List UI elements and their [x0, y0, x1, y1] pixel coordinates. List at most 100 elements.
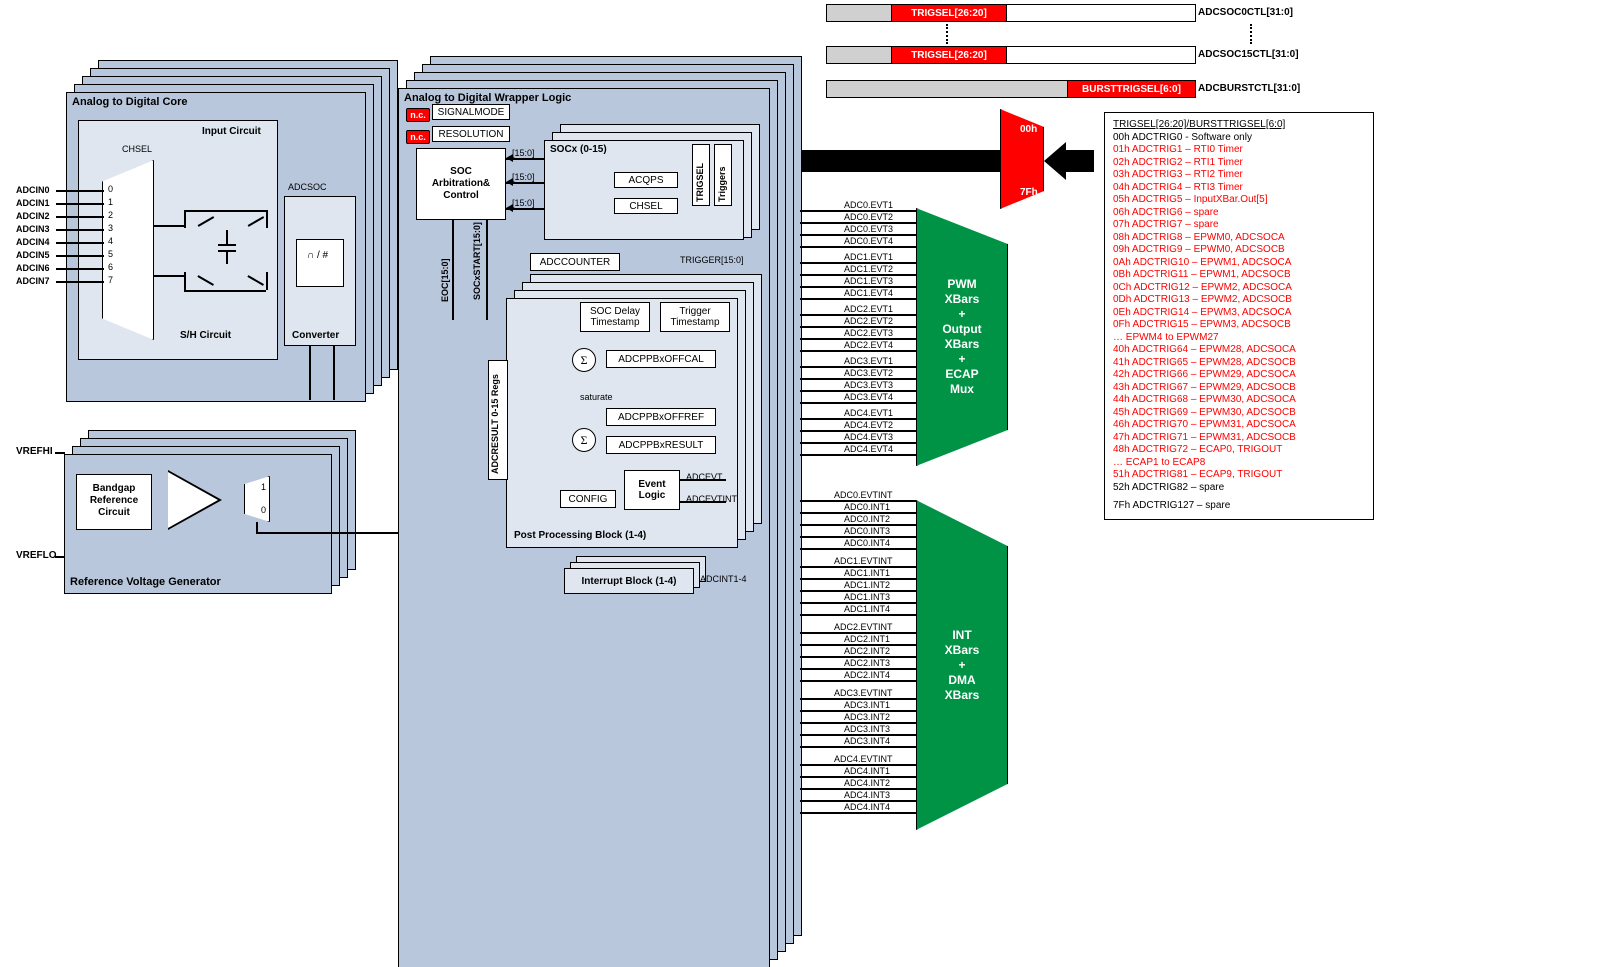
sh-circuit: S/H Circuit — [180, 330, 231, 341]
bus1: [15:0] — [512, 148, 535, 158]
converter-sym: ∩ / # — [307, 250, 328, 261]
bigarrow-body2 — [1064, 150, 1094, 172]
chsel-label: CHSEL — [122, 144, 152, 154]
adcevt: ADCEVT — [686, 472, 723, 482]
bus3: [15:0] — [512, 198, 535, 208]
trigsel-legend: TRIGSEL[26:20]/BURSTTRIGSEL[6:0] 00h ADC… — [1104, 112, 1374, 520]
evt1-1: ADC1.EVT2 — [844, 264, 893, 274]
evt0-0: ADC0.EVT1 — [844, 200, 893, 210]
int4-4: ADC4.INT4 — [844, 802, 890, 812]
int0-3: ADC0.INT3 — [844, 526, 890, 536]
evt3-3: ADC3.EVT4 — [844, 392, 893, 402]
adcresult-lab: ADCRESULT 0-15 Regs — [490, 374, 500, 474]
wrapper-title: Analog to Digital Wrapper Logic — [404, 92, 571, 104]
adccounter: ADCCOUNTER — [530, 253, 620, 271]
evt4-1: ADC4.EVT2 — [844, 420, 893, 430]
int3-2: ADC3.INT2 — [844, 712, 890, 722]
refgen-title: Reference Voltage Generator — [70, 576, 221, 588]
int1-0: ADC1.EVTINT — [834, 556, 893, 566]
int4-3: ADC4.INT3 — [844, 790, 890, 800]
evt2-3: ADC2.EVT4 — [844, 340, 893, 350]
int1-3: ADC1.INT3 — [844, 592, 890, 602]
muxn6: 6 — [108, 262, 113, 272]
evt3-1: ADC3.EVT2 — [844, 368, 893, 378]
int2-4: ADC2.INT4 — [844, 670, 890, 680]
bigarrow-head2 — [1044, 142, 1066, 180]
bus2: [15:0] — [512, 172, 535, 182]
adcin6: ADCIN6 — [16, 263, 50, 273]
evt0-1: ADC0.EVT2 — [844, 212, 893, 222]
regbar-burst: BURSTTRIGSEL[6:0] — [826, 80, 1196, 98]
sigma1: Σ — [572, 348, 596, 372]
red-mux-7f: 7Fh — [1020, 187, 1038, 198]
int0-1: ADC0.INT1 — [844, 502, 890, 512]
evt1-0: ADC1.EVT1 — [844, 252, 893, 262]
int0-2: ADC0.INT2 — [844, 514, 890, 524]
evt2-0: ADC2.EVT1 — [844, 304, 893, 314]
int3-4: ADC3.INT4 — [844, 736, 890, 746]
bandgap: Bandgap Reference Circuit — [76, 474, 152, 530]
adcin7: ADCIN7 — [16, 276, 50, 286]
eoc-label: EOC[15:0] — [440, 258, 450, 302]
adcevtint: ADCEVTINT — [686, 494, 737, 504]
nc2: n.c. — [406, 130, 430, 144]
adcin3: ADCIN3 — [16, 224, 50, 234]
int1-2: ADC1.INT2 — [844, 580, 890, 590]
acqps: ACQPS — [614, 172, 678, 188]
socxstart-label: SOCxSTART[15:0] — [472, 222, 482, 300]
chsel: CHSEL — [614, 198, 678, 214]
int0-0: ADC0.EVTINT — [834, 490, 893, 500]
muxn3: 3 — [108, 223, 113, 233]
evt0-2: ADC0.EVT3 — [844, 224, 893, 234]
adcint: ADCINT1-4 — [700, 574, 747, 584]
muxn5: 5 — [108, 249, 113, 259]
int2-1: ADC2.INT1 — [844, 634, 890, 644]
adcin1: ADCIN1 — [16, 198, 50, 208]
muxn2: 2 — [108, 210, 113, 220]
trigger-bus: TRIGGER[15:0] — [680, 255, 744, 265]
socdelay: SOC Delay Timestamp — [580, 302, 650, 332]
int2-3: ADC2.INT3 — [844, 658, 890, 668]
evt1-2: ADC1.EVT3 — [844, 276, 893, 286]
event-logic: Event Logic — [624, 470, 680, 510]
nc1: n.c. — [406, 108, 430, 122]
muxn7: 7 — [108, 275, 113, 285]
refmux0: 0 — [261, 505, 266, 515]
int0-4: ADC0.INT4 — [844, 538, 890, 548]
regbar-burst-label: ADCBURSTCTL[31:0] — [1198, 83, 1300, 94]
vrefhi: VREFHI — [16, 446, 53, 457]
vdots-soc0-15 — [946, 24, 949, 44]
muxn1: 1 — [108, 197, 113, 207]
evt1-3: ADC1.EVT4 — [844, 288, 893, 298]
muxn4: 4 — [108, 236, 113, 246]
converter-inner — [296, 239, 344, 287]
evt4-0: ADC4.EVT1 — [844, 408, 893, 418]
adcin5: ADCIN5 — [16, 250, 50, 260]
adc-core-title: Analog to Digital Core — [72, 96, 188, 108]
bigarrow-body — [788, 150, 1018, 172]
resolution: RESOLUTION — [432, 126, 510, 142]
opamp-icon — [168, 470, 222, 530]
ppbresult: ADCPPBxRESULT — [606, 436, 716, 454]
regbar-soc15: TRIGSEL[26:20] — [826, 46, 1196, 64]
config: CONFIG — [560, 490, 616, 508]
regbar-soc0: TRIGSEL[26:20] — [826, 4, 1196, 22]
socx-title: SOCx (0-15) — [550, 144, 607, 155]
regbar-soc0-label: ADCSOC0CTL[31:0] — [1198, 7, 1293, 18]
evt2-1: ADC2.EVT2 — [844, 316, 893, 326]
adcin2: ADCIN2 — [16, 211, 50, 221]
signalmode: SIGNALMODE — [432, 104, 510, 120]
evt0-3: ADC0.EVT4 — [844, 236, 893, 246]
int1-1: ADC1.INT1 — [844, 568, 890, 578]
sigma2: Σ — [572, 428, 596, 452]
adcin4: ADCIN4 — [16, 237, 50, 247]
red-mux-00: 00h — [1020, 124, 1037, 135]
triggers-v-lab: Triggers — [717, 166, 727, 202]
saturate: saturate — [580, 392, 613, 402]
int4-0: ADC4.EVTINT — [834, 754, 893, 764]
intblk: Interrupt Block (1-4) — [564, 568, 694, 594]
muxn0: 0 — [108, 184, 113, 194]
ppb-title: Post Processing Block (1-4) — [514, 530, 646, 541]
int2-2: ADC2.INT2 — [844, 646, 890, 656]
offcal: ADCPPBxOFFCAL — [606, 350, 716, 368]
